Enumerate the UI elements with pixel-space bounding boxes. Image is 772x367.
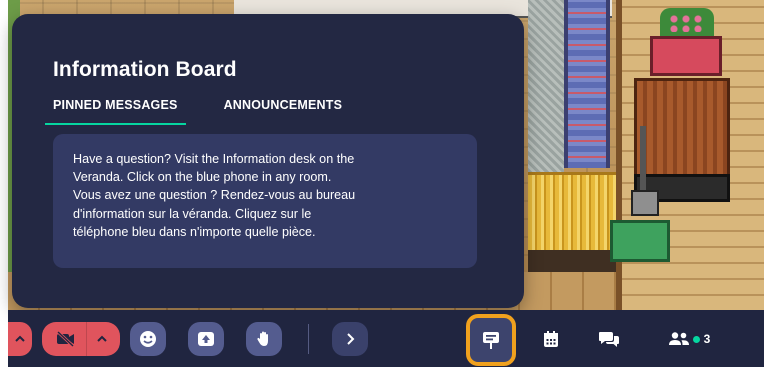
- participants-button[interactable]: 3: [654, 322, 724, 356]
- pinned-message-text: Have a question? Visit the Information d…: [73, 152, 356, 239]
- tab-pinned-messages[interactable]: PINNED MESSAGES: [45, 98, 186, 125]
- online-status-dot: [692, 335, 700, 343]
- bottom-toolbar: 3: [8, 310, 764, 367]
- toolbar-divider: [308, 324, 309, 354]
- hand-icon: [255, 330, 273, 348]
- people-icon: [668, 331, 690, 347]
- map-rug: [564, 0, 610, 168]
- information-board-panel: Information Board PINNED MESSAGES ANNOUN…: [12, 14, 524, 308]
- tab-announcements[interactable]: ANNOUNCEMENTS: [224, 98, 343, 112]
- map-wooden-cabinet: [634, 78, 730, 188]
- raise-hand-button[interactable]: [246, 322, 282, 356]
- chat-bubbles-icon: [598, 330, 620, 348]
- chevron-right-icon: [345, 332, 355, 346]
- map-stone-path: [528, 0, 564, 172]
- map-green-planter: [610, 220, 670, 262]
- pinned-message-card: Have a question? Visit the Information d…: [53, 134, 477, 268]
- more-actions-button[interactable]: [332, 322, 368, 356]
- panel-title: Information Board: [53, 58, 237, 81]
- calendar-button[interactable]: [536, 322, 566, 356]
- map-flower-pot: [650, 36, 722, 76]
- chevron-up-icon: [15, 335, 25, 343]
- camera-options-chevron-icon[interactable]: [86, 322, 116, 356]
- mic-options-button[interactable]: [8, 322, 32, 356]
- participant-count: 3: [703, 332, 711, 346]
- upload-icon: [197, 331, 215, 347]
- screen-share-button[interactable]: [188, 322, 224, 356]
- camera-button[interactable]: [42, 322, 120, 356]
- calendar-icon: [543, 330, 559, 348]
- emoji-button[interactable]: [130, 322, 166, 356]
- video-off-icon: [46, 322, 86, 356]
- chat-button[interactable]: [592, 322, 626, 356]
- signboard-icon: [482, 330, 500, 350]
- panel-tabs: PINNED MESSAGES ANNOUNCEMENTS: [45, 98, 343, 125]
- information-board-button[interactable]: [466, 314, 516, 366]
- smiley-icon: [139, 330, 157, 348]
- map-hay-bale: [528, 172, 616, 250]
- map-shovel: [631, 126, 659, 216]
